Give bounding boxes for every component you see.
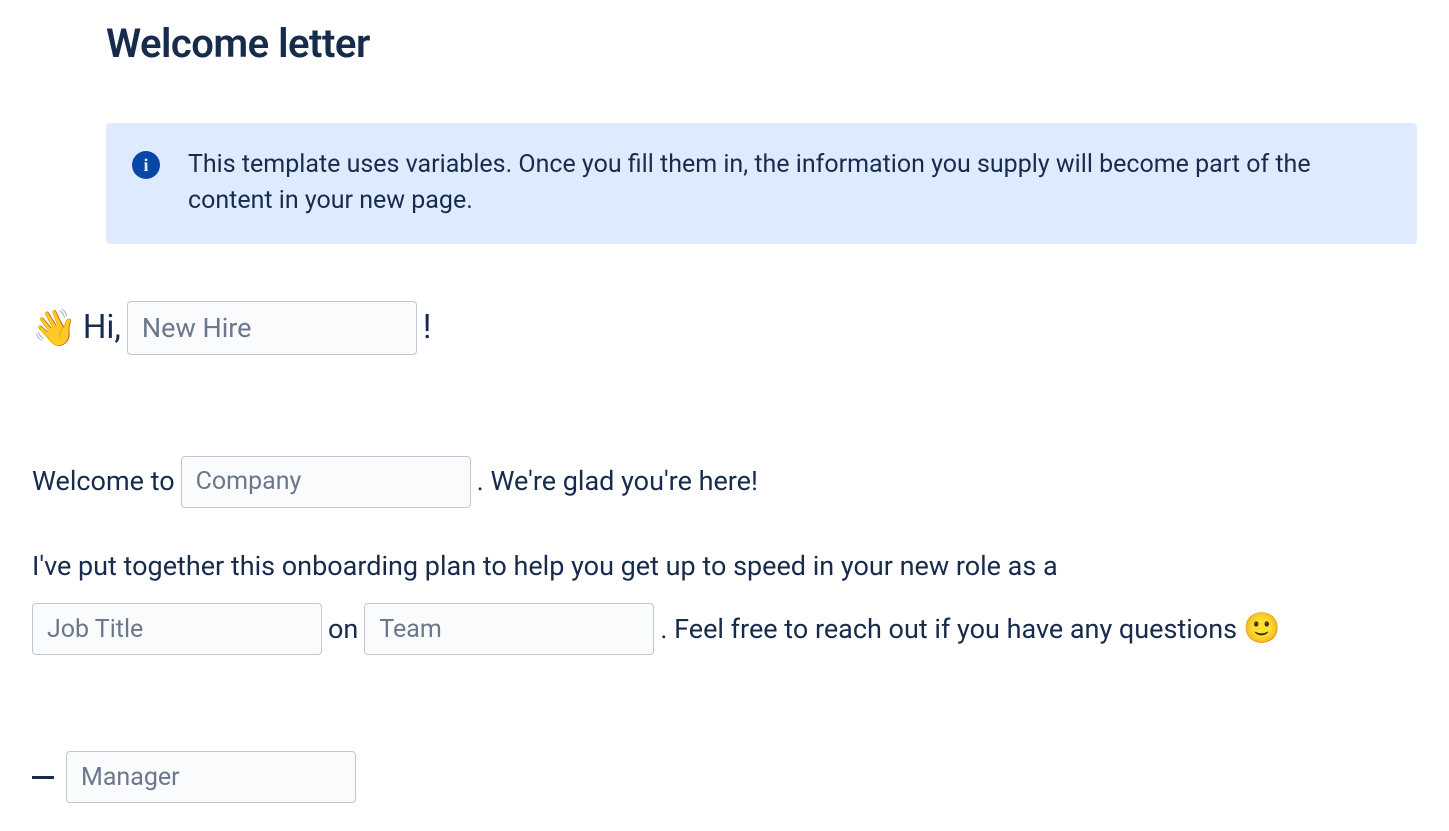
plan-intro: I've put together this onboarding plan t… <box>32 544 1058 590</box>
info-banner-text: This template uses variables. Once you f… <box>188 147 1377 220</box>
job-title-input[interactable] <box>32 603 322 655</box>
signoff-line <box>32 751 1417 803</box>
info-banner: i This template uses variables. Once you… <box>106 123 1417 244</box>
plan-intro-line: I've put together this onboarding plan t… <box>32 544 1417 590</box>
plan-role-line: on . Feel free to reach out if you have … <box>32 603 1417 655</box>
page-title: Welcome letter <box>106 20 1417 67</box>
plan-on: on <box>328 607 358 653</box>
manager-input[interactable] <box>66 751 356 803</box>
info-icon: i <box>132 151 160 179</box>
greeting-hi: Hi, <box>83 300 121 356</box>
welcome-line: Welcome to . We're glad you're here! <box>32 456 1417 508</box>
company-input[interactable] <box>181 456 471 508</box>
new-hire-input[interactable] <box>127 301 417 355</box>
smile-icon: 🙂 <box>1243 614 1280 644</box>
greeting-exclaim: ! <box>423 300 432 356</box>
dash-icon <box>32 776 54 779</box>
greeting-line: 👋 Hi, ! <box>32 300 1417 356</box>
welcome-suffix: . We're glad you're here! <box>477 459 758 505</box>
welcome-prefix: Welcome to <box>32 459 175 505</box>
plan-suffix: . Feel free to reach out if you have any… <box>660 607 1237 653</box>
wave-icon: 👋 <box>32 310 77 346</box>
team-input[interactable] <box>364 603 654 655</box>
